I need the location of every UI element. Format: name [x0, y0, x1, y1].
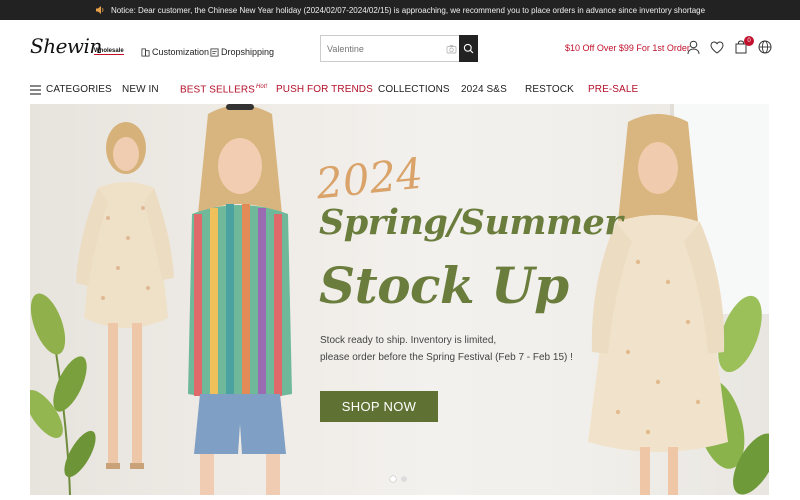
- first-order-promo[interactable]: $10 Off Over $99 For 1st Order: [565, 43, 690, 53]
- user-icon: [687, 40, 699, 54]
- carousel-dot-2[interactable]: [401, 476, 407, 482]
- banner-headline-1: Spring/Summer: [319, 202, 623, 243]
- camera-icon: [446, 44, 457, 53]
- search-box: [320, 35, 478, 62]
- nav-2024-ss[interactable]: 2024 S&S: [461, 84, 507, 95]
- nav-push-for-trends[interactable]: PUSH FOR TRENDS: [276, 84, 373, 95]
- banner-description: Stock ready to ship. Inventory is limite…: [320, 335, 573, 363]
- banner-year-script: 2024: [313, 148, 426, 209]
- nav-new-in[interactable]: NEW IN: [122, 84, 159, 95]
- main-nav: CATEGORIES NEW IN BEST SELLERSHot! PUSH …: [0, 76, 800, 104]
- carousel-dot-1[interactable]: [390, 476, 396, 482]
- carousel-dots: [390, 476, 407, 482]
- customization-link[interactable]: Customization: [141, 47, 209, 57]
- model-center-image: [188, 104, 292, 495]
- dropshipping-link[interactable]: Dropshipping: [210, 47, 274, 57]
- account-button[interactable]: [686, 39, 700, 55]
- notice-bar: Notice: Dear customer, the Chinese New Y…: [0, 0, 800, 20]
- model-left-image: [76, 122, 174, 469]
- cart-button[interactable]: 0: [734, 36, 754, 55]
- language-button[interactable]: [758, 39, 772, 55]
- banner-headline-2: Stock Up: [319, 256, 569, 315]
- header-actions: 0: [686, 36, 772, 55]
- heart-icon: [710, 40, 724, 54]
- search-icon: [463, 43, 474, 54]
- site-header: Shewin Wholesale Customization Dropshipp…: [0, 20, 800, 76]
- logo-script: Shewin: [30, 34, 102, 58]
- search-button[interactable]: [458, 35, 478, 62]
- logo-sub: Wholesale: [94, 48, 124, 55]
- wishlist-button[interactable]: [710, 39, 724, 55]
- hot-tag: Hot!: [255, 84, 268, 90]
- dropshipping-icon: [210, 47, 219, 57]
- cart-count-badge: 0: [744, 36, 754, 46]
- nav-collections[interactable]: COLLECTIONS: [378, 84, 450, 95]
- search-input[interactable]: [321, 36, 444, 61]
- nav-pre-sale[interactable]: PRE-SALE: [588, 84, 638, 95]
- hero-banner[interactable]: 2024 Spring/Summer Stock Up Stock ready …: [30, 104, 769, 495]
- speaker-icon: [95, 6, 104, 14]
- nav-best-sellers[interactable]: BEST SELLERSHot!: [180, 84, 267, 95]
- image-search-button[interactable]: [444, 36, 459, 61]
- shop-now-button[interactable]: SHOP NOW: [320, 391, 438, 422]
- customization-icon: [141, 47, 150, 57]
- nav-restock[interactable]: RESTOCK: [525, 84, 574, 95]
- globe-icon: [758, 40, 772, 54]
- notice-text: Notice: Dear customer, the Chinese New Y…: [110, 5, 706, 15]
- model-right-image: [588, 114, 728, 495]
- logo[interactable]: Shewin Wholesale: [30, 34, 130, 62]
- menu-icon[interactable]: [30, 85, 41, 95]
- nav-categories[interactable]: CATEGORIES: [46, 84, 112, 95]
